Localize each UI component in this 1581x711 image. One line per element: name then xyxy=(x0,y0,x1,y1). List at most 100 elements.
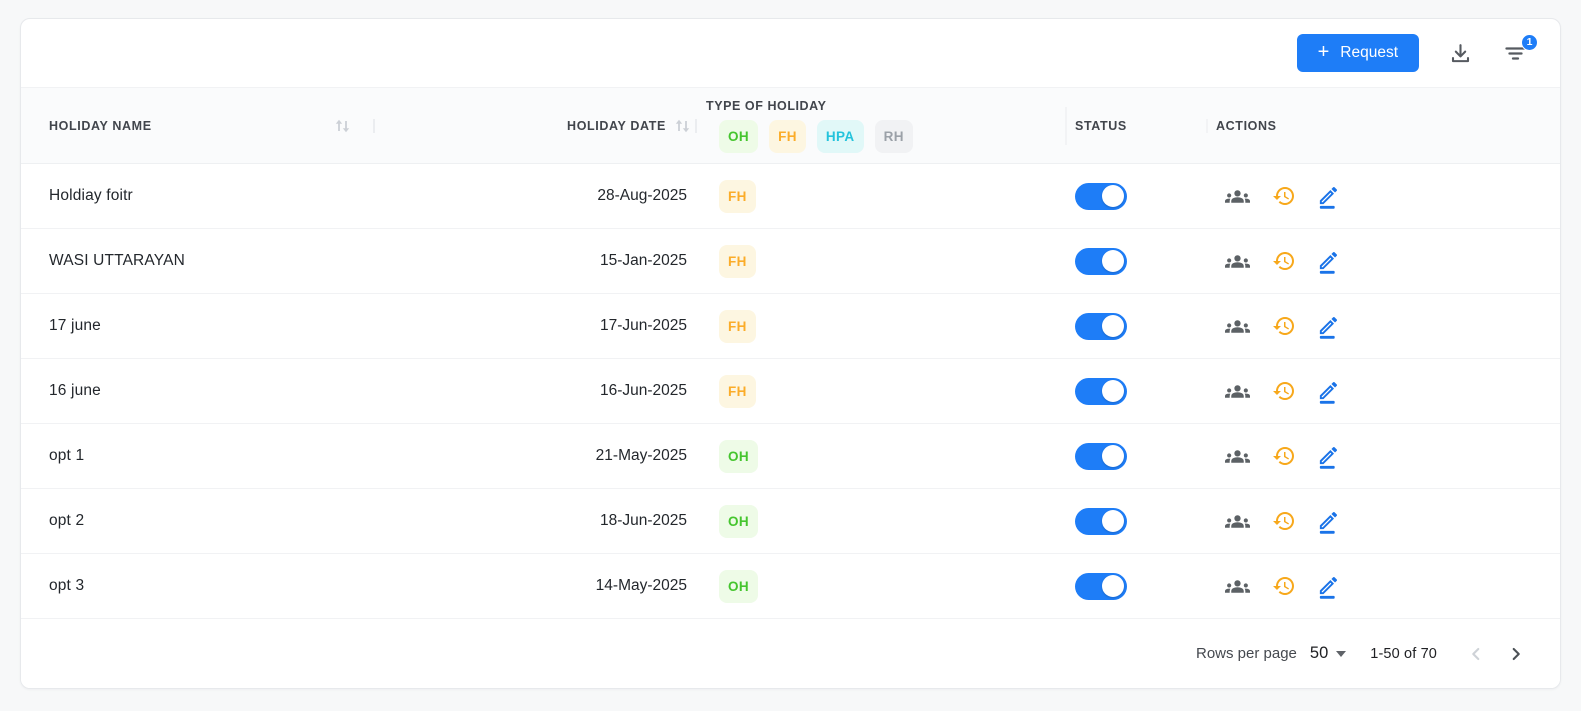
assigned-employees-button[interactable] xyxy=(1222,572,1253,601)
actions-cell xyxy=(1196,554,1560,618)
history-icon xyxy=(1272,574,1296,598)
status-toggle[interactable] xyxy=(1075,377,1127,405)
holiday-date-cell: 18-Jun-2025 xyxy=(521,489,691,553)
holiday-date-cell: 15-Jan-2025 xyxy=(521,229,691,293)
rows-per-page-label: Rows per page xyxy=(1195,645,1297,662)
sort-arrows-icon[interactable] xyxy=(674,118,691,134)
holiday-list-card: + Request 1 HOLIDAY NAME HOLIDAY DATE TY… xyxy=(20,18,1561,689)
request-button[interactable]: + Request xyxy=(1296,34,1419,72)
next-page-button[interactable] xyxy=(1503,641,1529,667)
history-button[interactable] xyxy=(1270,377,1298,405)
holiday-type-cell: OH xyxy=(691,424,1045,488)
holiday-name-text: opt 3 xyxy=(49,577,85,594)
edit-button[interactable] xyxy=(1315,312,1340,341)
holiday-type-legend: OH FH HPA RH xyxy=(719,119,913,153)
status-toggle[interactable] xyxy=(1075,442,1127,470)
holiday-type-badge: FH xyxy=(719,374,756,408)
status-cell xyxy=(1045,294,1196,358)
table-row: Holdiay foitr 28-Aug-2025 FH xyxy=(21,164,1560,229)
groups-icon xyxy=(1224,184,1251,209)
holiday-name-header-label: HOLIDAY NAME xyxy=(49,118,152,133)
legend-badge-hpa: HPA xyxy=(816,119,864,153)
edit-button[interactable] xyxy=(1315,377,1340,406)
status-toggle[interactable] xyxy=(1075,572,1127,600)
table-row: opt 1 21-May-2025 OH xyxy=(21,424,1560,489)
holiday-type-cell: FH xyxy=(691,294,1045,358)
actions-header-label: ACTIONS xyxy=(1216,118,1277,133)
status-toggle[interactable] xyxy=(1075,507,1127,535)
groups-icon xyxy=(1224,249,1251,274)
status-cell xyxy=(1045,554,1196,618)
status-toggle[interactable] xyxy=(1075,247,1127,275)
assigned-employees-button[interactable] xyxy=(1222,442,1253,471)
edit-button[interactable] xyxy=(1315,182,1340,211)
rows-per-page-select[interactable]: 50 xyxy=(1309,644,1347,663)
table-row: opt 2 18-Jun-2025 OH xyxy=(21,489,1560,554)
toggle-knob xyxy=(1102,380,1124,402)
status-toggle[interactable] xyxy=(1075,312,1127,340)
holiday-name-cell: WASI UTTARAYAN xyxy=(21,229,521,293)
assigned-employees-button[interactable] xyxy=(1222,507,1253,536)
holiday-type-cell: OH xyxy=(691,554,1045,618)
toggle-knob xyxy=(1102,185,1124,207)
request-button-label: Request xyxy=(1340,44,1398,61)
rows-per-page-value: 50 xyxy=(1309,644,1329,662)
previous-page-button[interactable] xyxy=(1463,641,1489,667)
actions-cell xyxy=(1196,229,1560,293)
holiday-date-cell: 16-Jun-2025 xyxy=(521,359,691,423)
table-body: Holdiay foitr 28-Aug-2025 FH WASI UTTARA… xyxy=(21,164,1560,619)
history-button[interactable] xyxy=(1270,312,1298,340)
status-cell xyxy=(1045,164,1196,228)
pagination-range-text: 1-50 of 70 xyxy=(1370,645,1437,662)
edit-button[interactable] xyxy=(1315,442,1340,471)
actions-cell xyxy=(1196,489,1560,553)
legend-badge-rh: RH xyxy=(874,119,913,153)
history-button[interactable] xyxy=(1270,442,1298,470)
table-row: 17 june 17-Jun-2025 FH xyxy=(21,294,1560,359)
history-button[interactable] xyxy=(1270,182,1298,210)
holiday-name-text: 17 june xyxy=(49,317,101,334)
holiday-type-badge: OH xyxy=(719,569,759,603)
pagination-bar: Rows per page 50 1-50 of 70 xyxy=(21,619,1560,688)
table-row: 16 june 16-Jun-2025 FH xyxy=(21,359,1560,424)
status-header-label: STATUS xyxy=(1075,118,1127,133)
assigned-employees-button[interactable] xyxy=(1222,182,1253,211)
assigned-employees-button[interactable] xyxy=(1222,377,1253,406)
holiday-type-badge: FH xyxy=(719,179,756,213)
status-toggle[interactable] xyxy=(1075,182,1127,210)
edit-pencil-icon xyxy=(1317,249,1338,274)
assigned-employees-button[interactable] xyxy=(1222,312,1253,341)
download-button[interactable] xyxy=(1446,39,1475,68)
table-header-row: HOLIDAY NAME HOLIDAY DATE TYPE OF HOLIDA… xyxy=(21,88,1560,164)
edit-pencil-icon xyxy=(1317,379,1338,404)
plus-icon: + xyxy=(1317,41,1330,63)
history-icon xyxy=(1272,444,1296,468)
holiday-name-cell: 16 june xyxy=(21,359,521,423)
edit-button[interactable] xyxy=(1315,507,1340,536)
column-header-actions: ACTIONS xyxy=(1196,88,1560,163)
groups-icon xyxy=(1224,379,1251,404)
holiday-name-cell: 17 june xyxy=(21,294,521,358)
edit-button[interactable] xyxy=(1315,572,1340,601)
holiday-date-header-label: HOLIDAY DATE xyxy=(567,118,666,133)
toggle-knob xyxy=(1102,445,1124,467)
groups-icon xyxy=(1224,314,1251,339)
assigned-employees-button[interactable] xyxy=(1222,247,1253,276)
toolbar: + Request 1 xyxy=(21,19,1560,88)
holiday-type-cell: FH xyxy=(691,229,1045,293)
history-button[interactable] xyxy=(1270,247,1298,275)
holiday-date-text: 21-May-2025 xyxy=(595,447,687,464)
filter-button[interactable]: 1 xyxy=(1502,33,1538,65)
edit-pencil-icon xyxy=(1317,574,1338,599)
history-icon xyxy=(1272,509,1296,533)
groups-icon xyxy=(1224,574,1251,599)
toggle-knob xyxy=(1102,315,1124,337)
history-button[interactable] xyxy=(1270,507,1298,535)
groups-icon xyxy=(1224,444,1251,469)
edit-button[interactable] xyxy=(1315,247,1340,276)
history-button[interactable] xyxy=(1270,572,1298,600)
holiday-type-badge: OH xyxy=(719,504,759,538)
holiday-date-text: 18-Jun-2025 xyxy=(599,512,687,529)
toggle-knob xyxy=(1102,510,1124,532)
sort-arrows-icon[interactable] xyxy=(334,118,351,134)
